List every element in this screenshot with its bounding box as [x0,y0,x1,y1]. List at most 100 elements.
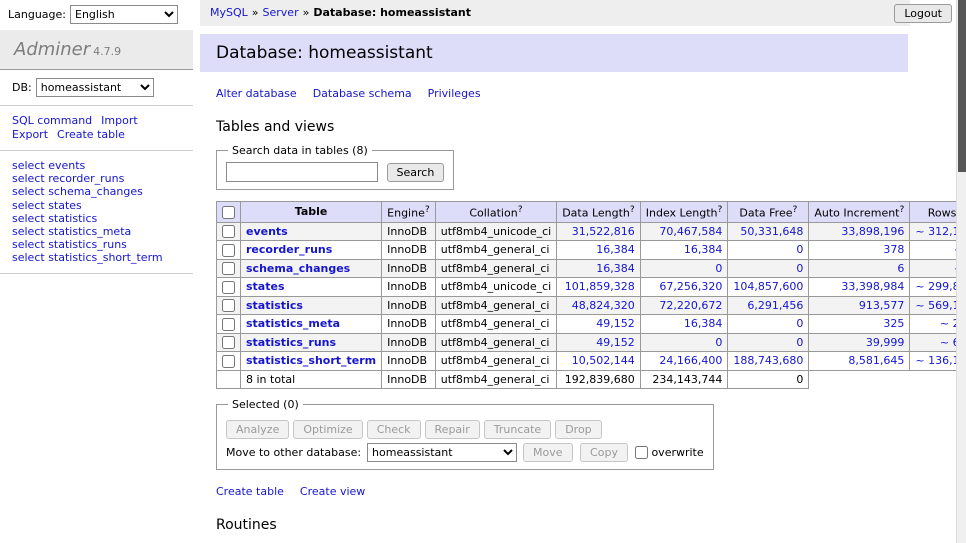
data-free-link[interactable]: 0 [796,336,803,349]
bulk-action-button[interactable]: Repair [425,420,480,439]
bulk-action-button[interactable]: Optimize [293,420,362,439]
data-free-link[interactable]: 104,857,600 [733,280,803,293]
index-length-link[interactable]: 0 [715,262,722,275]
db-action-link[interactable]: Privileges [428,87,481,100]
index-length-link[interactable]: 0 [715,336,722,349]
table-link[interactable]: statistics [48,212,97,225]
select-link[interactable]: select [12,238,45,251]
scrollbar[interactable] [956,0,966,543]
app-name[interactable]: Adminer [14,39,90,60]
db-action-link[interactable]: Alter database [216,87,297,100]
table-link[interactable]: events [48,159,85,172]
rows-link[interactable]: ~ 569,159 [915,299,956,312]
select-link[interactable]: select [12,172,45,185]
db-action-link[interactable]: Database schema [313,87,412,100]
overwrite-checkbox[interactable] [635,446,648,459]
data-free-link[interactable]: 188,743,680 [733,354,803,367]
table-name-link[interactable]: statistics_meta [246,317,340,330]
table-name-link[interactable]: statistics_short_term [246,354,376,367]
bulk-action-button[interactable]: Truncate [484,420,551,439]
auto-increment-link[interactable]: 33,398,984 [841,280,904,293]
data-length-link[interactable]: 101,859,328 [565,280,635,293]
table-link[interactable]: statistics_runs [48,238,127,251]
index-length-link[interactable]: 72,220,672 [659,299,722,312]
data-free-link[interactable]: 0 [796,243,803,256]
data-free-link[interactable]: 0 [796,262,803,275]
data-free-link[interactable]: 0 [796,317,803,330]
rows-link[interactable]: ~ 312,180 [915,225,956,238]
sidebar-link[interactable]: SQL command [12,114,92,127]
data-length-link[interactable]: 48,824,320 [572,299,635,312]
index-length-link[interactable]: 70,467,584 [659,225,722,238]
data-free-link[interactable]: 50,331,648 [740,225,803,238]
row-checkbox[interactable] [222,336,235,349]
rows-link[interactable]: ~ 244 [940,317,956,330]
table-name-link[interactable]: states [246,280,285,293]
language-select[interactable]: English [70,5,178,24]
breadcrumb-server-link[interactable]: Server [263,6,299,19]
index-length-link[interactable]: 24,166,400 [659,354,722,367]
bulk-action-button[interactable]: Analyze [226,420,289,439]
rows-link[interactable]: ~ 628 [940,336,956,349]
row-checkbox[interactable] [222,318,235,331]
row-checkbox[interactable] [222,299,235,312]
auto-increment-link[interactable]: 378 [883,243,904,256]
auto-increment-link[interactable]: 39,999 [866,336,905,349]
table-link[interactable]: states [48,199,82,212]
move-db-select[interactable]: homeassistant [367,443,517,462]
move-button[interactable]: Move [523,443,573,462]
table-link[interactable]: recorder_runs [48,172,124,185]
data-length-link[interactable]: 49,152 [596,336,635,349]
data-length-link[interactable]: 16,384 [596,243,635,256]
sidebar-link[interactable]: Export [12,128,48,141]
select-link[interactable]: select [12,225,45,238]
logout-button[interactable]: Logout [894,4,952,23]
select-link[interactable]: select [12,185,45,198]
rows-link[interactable]: ~ 299,833 [915,280,956,293]
row-checkbox[interactable] [222,225,235,238]
auto-increment-link[interactable]: 6 [897,262,904,275]
data-length-link[interactable]: 16,384 [596,262,635,275]
search-button[interactable]: Search [387,163,445,182]
rows-link[interactable]: ~ 136,108 [915,354,956,367]
bulk-action-button[interactable]: Drop [555,420,601,439]
select-link[interactable]: select [12,251,45,264]
select-all-checkbox[interactable] [222,206,235,219]
index-length-link[interactable]: 16,384 [684,317,723,330]
db-select[interactable]: homeassistant [36,78,154,97]
table-name-link[interactable]: recorder_runs [246,243,332,256]
data-length-link[interactable]: 49,152 [596,317,635,330]
data-free-link[interactable]: 6,291,456 [747,299,803,312]
row-checkbox[interactable] [222,281,235,294]
table-link[interactable]: schema_changes [48,185,143,198]
select-link[interactable]: select [12,199,45,212]
row-checkbox[interactable] [222,355,235,368]
sidebar-link[interactable]: Create table [57,128,125,141]
copy-button[interactable]: Copy [580,443,628,462]
select-link[interactable]: select [12,212,45,225]
index-length-link[interactable]: 67,256,320 [659,280,722,293]
auto-increment-link[interactable]: 33,898,196 [841,225,904,238]
data-length-link[interactable]: 10,502,144 [572,354,635,367]
row-checkbox[interactable] [222,262,235,275]
auto-increment-link[interactable]: 325 [883,317,904,330]
data-length-link[interactable]: 31,522,816 [572,225,635,238]
table-name-link[interactable]: schema_changes [246,262,350,275]
create-link[interactable]: Create view [300,485,365,498]
create-link[interactable]: Create table [216,485,284,498]
breadcrumb-mysql-link[interactable]: MySQL [210,6,248,19]
table-name-link[interactable]: statistics_runs [246,336,336,349]
table-name-link[interactable]: events [246,225,288,238]
search-input[interactable] [226,162,378,182]
select-link[interactable]: select [12,159,45,172]
row-checkbox[interactable] [222,244,235,257]
index-length-link[interactable]: 16,384 [684,243,723,256]
auto-increment-link[interactable]: 913,577 [859,299,905,312]
table-link[interactable]: statistics_meta [48,225,131,238]
sidebar-link[interactable]: Import [101,114,138,127]
scrollbar-thumb[interactable] [958,0,966,172]
table-name-link[interactable]: statistics [246,299,303,312]
bulk-action-button[interactable]: Check [367,420,421,439]
table-link[interactable]: statistics_short_term [48,251,162,264]
auto-increment-link[interactable]: 8,581,645 [848,354,904,367]
